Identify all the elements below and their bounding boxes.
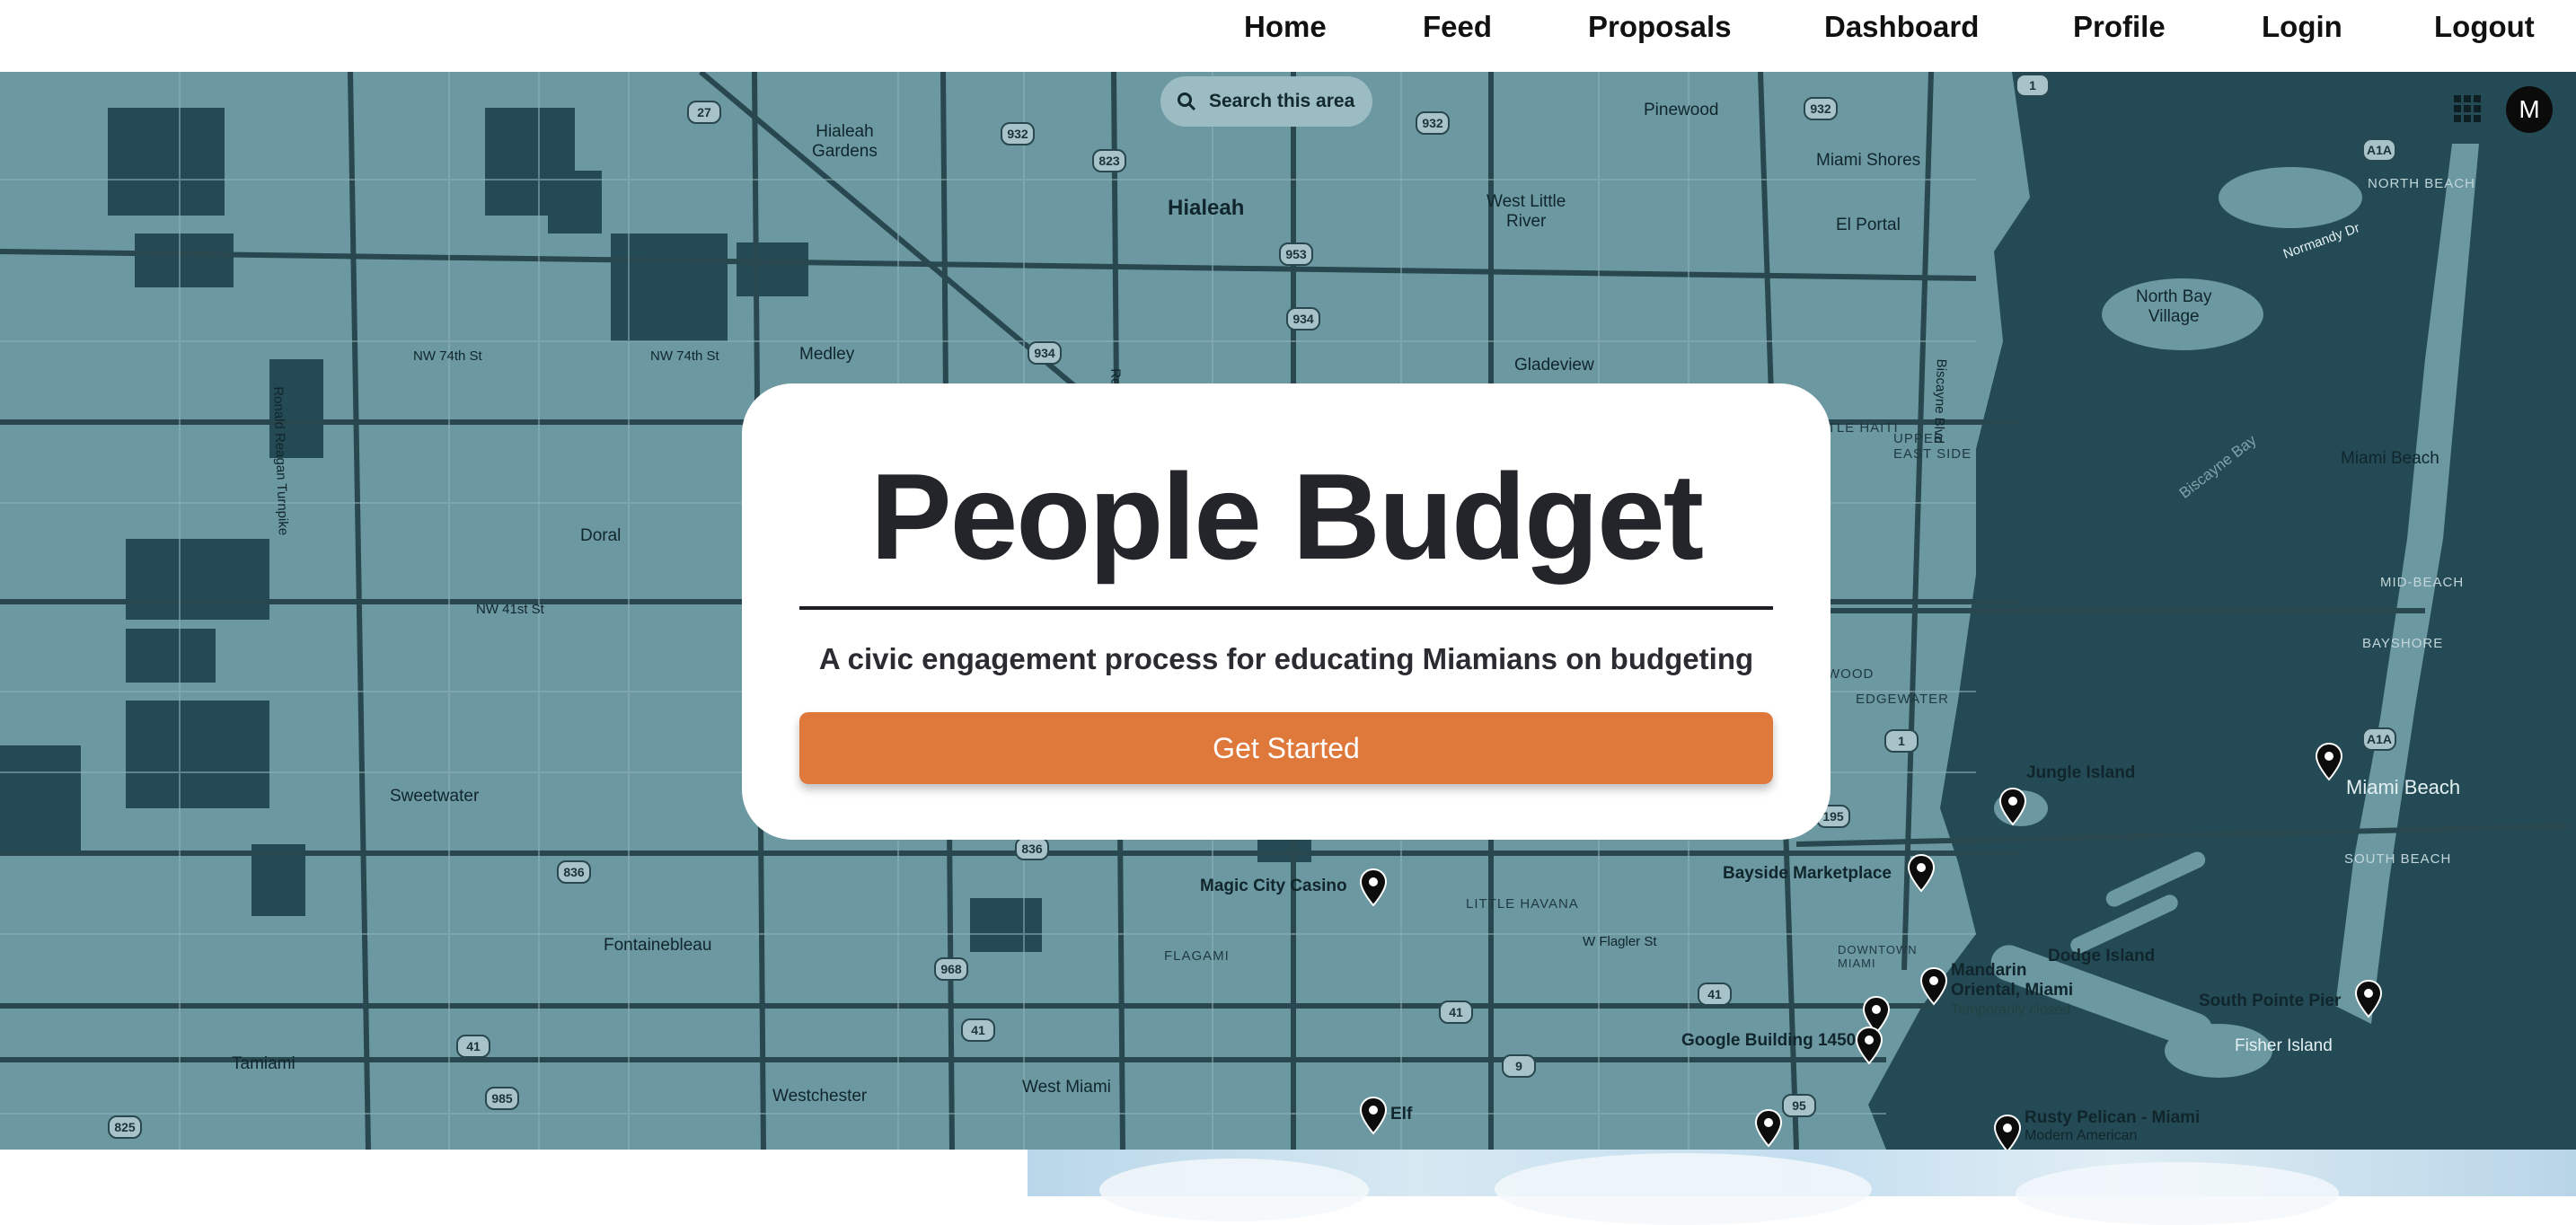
map-label-bayshore: BAYSHORE <box>2362 636 2444 651</box>
map-label-fisher-island: Fisher Island <box>2235 1036 2333 1055</box>
route-shield: 932 <box>1804 97 1838 120</box>
map-label-mid-beach: MID-BEACH <box>2380 575 2465 590</box>
map-label-hialeah: Hialeah <box>1168 196 1245 220</box>
map-label-jungle-island: Jungle Island <box>2026 763 2136 782</box>
map-label-bayside-marketplace: Bayside Marketplace <box>1723 864 1892 883</box>
map-label-edgewater: EDGEWATER <box>1856 692 1950 707</box>
route-shield: 95 <box>1782 1094 1816 1117</box>
nav-home-link[interactable]: Home <box>1244 7 1327 47</box>
route-shield: 41 <box>1698 983 1732 1006</box>
map-label-sweetwater: Sweetwater <box>390 787 480 806</box>
route-shield: 985 <box>485 1087 519 1110</box>
route-shield: 41 <box>456 1035 490 1058</box>
map-label-magic-city-casino: Magic City Casino <box>1200 877 1347 895</box>
map-label-fontainebleau: Fontainebleau <box>604 936 712 955</box>
hero-card: People Budget A civic engagement process… <box>742 383 1831 840</box>
map-label-medley: Medley <box>799 345 855 364</box>
route-shield: A1A <box>2362 727 2396 751</box>
map-label-mandarin-oriental: Mandarin Oriental, Miami <box>1951 961 2074 1000</box>
place-pin-icon[interactable] <box>1358 868 1389 907</box>
place-pin-icon[interactable] <box>2314 742 2344 781</box>
nav-login-link[interactable]: Login <box>2262 7 2342 47</box>
map-label-miami-beach-north: Miami Beach <box>2341 449 2439 468</box>
title-divider <box>799 606 1773 610</box>
map-label-wood: WOOD <box>1827 666 1875 682</box>
apps-grid-icon[interactable] <box>2454 95 2481 122</box>
place-pin-icon[interactable] <box>1992 1114 2023 1150</box>
nav-dashboard-link[interactable]: Dashboard <box>1824 7 1979 47</box>
search-this-area-label: Search this area <box>1209 91 1355 111</box>
route-shield: 41 <box>1439 1000 1473 1024</box>
map-label-nw-74th-st-east: NW 74th St <box>650 348 719 364</box>
place-pin-icon[interactable] <box>1753 1108 1784 1148</box>
map-label-tamiami: Tamiami <box>232 1054 296 1073</box>
bottom-left-panel <box>0 1150 1028 1196</box>
place-pin-icon[interactable] <box>1358 1096 1389 1135</box>
map-label-doral: Doral <box>580 526 622 545</box>
route-shield: A1A <box>2362 138 2396 162</box>
route-shield: 1 <box>1884 729 1919 753</box>
route-shield: 934 <box>1286 307 1320 330</box>
route-shield: 968 <box>934 957 968 981</box>
map-label-pinewood: Pinewood <box>1644 101 1719 119</box>
sky-image <box>1028 1150 2576 1225</box>
map-label-north-bay-village: North Bay Village <box>2136 287 2212 326</box>
route-shield: 934 <box>1028 341 1062 365</box>
hero-title: People Budget <box>869 448 1704 585</box>
route-shield: 836 <box>1015 837 1049 860</box>
place-pin-icon[interactable] <box>1906 853 1936 893</box>
route-shield: 41 <box>961 1018 995 1042</box>
route-shield: 823 <box>1092 149 1126 172</box>
route-shield: 932 <box>1416 111 1450 135</box>
map-label-downtown-miami: DOWNTOWN MIAMI <box>1838 943 1918 970</box>
map-label-miami-shores: Miami Shores <box>1816 151 1921 170</box>
search-this-area-button[interactable]: Search this area <box>1160 76 1372 127</box>
route-shield: 953 <box>1279 242 1313 266</box>
map-label-miami-beach-south: Miami Beach <box>2346 776 2461 798</box>
nav-feed-link[interactable]: Feed <box>1423 7 1492 47</box>
map-label-flagami: FLAGAMI <box>1164 948 1230 964</box>
top-navigation: Home Feed Proposals Dashboard Profile Lo… <box>0 0 2576 72</box>
route-shield: 27 <box>687 101 721 124</box>
map-label-biscayne-blvd: Biscayne Blvd <box>1930 358 1949 445</box>
map-label-gladeview: Gladeview <box>1514 356 1594 375</box>
nav-logout-link[interactable]: Logout <box>2434 7 2535 47</box>
map-label-little-havana: LITTLE HAVANA <box>1466 896 1579 912</box>
map-label-westchester: Westchester <box>772 1087 868 1106</box>
map-label-temporarily-closed: Temporarily closed <box>1951 1002 2071 1018</box>
map-label-nw-41st-st: NW 41st St <box>476 602 544 617</box>
get-started-button[interactable]: Get Started <box>799 712 1773 784</box>
map-label-rusty-pelican: Rusty Pelican - Miami <box>2025 1108 2201 1127</box>
nav-profile-link[interactable]: Profile <box>2073 7 2166 47</box>
map-label-south-pointe-pier: South Pointe Pier <box>2199 991 2342 1010</box>
place-pin-icon[interactable] <box>1919 966 1949 1006</box>
map-label-west-miami: West Miami <box>1022 1078 1111 1097</box>
place-pin-icon[interactable] <box>2353 979 2384 1018</box>
route-shield: 932 <box>1001 122 1035 145</box>
route-shield: 9 <box>1502 1054 1536 1078</box>
route-shield: 825 <box>108 1115 142 1139</box>
map-label-elf: Elf <box>1390 1105 1413 1124</box>
search-icon <box>1178 93 1196 111</box>
map-label-nw-74th-st-west: NW 74th St <box>413 348 482 364</box>
map-label-el-portal: El Portal <box>1836 216 1901 234</box>
map-label-south-beach: SOUTH BEACH <box>2344 851 2452 867</box>
hero-subtitle: A civic engagement process for educating… <box>818 642 1754 675</box>
map-label-w-flagler-st: W Flagler St <box>1583 934 1657 949</box>
map-label-hialeah-gardens: Hialeah Gardens <box>812 122 878 161</box>
map-label-north-beach: NORTH BEACH <box>2368 176 2475 191</box>
route-shield: 1 <box>2016 74 2050 97</box>
place-pin-icon[interactable] <box>1854 1026 1884 1065</box>
nav-proposals-link[interactable]: Proposals <box>1588 7 1732 47</box>
map-label-west-little-river: West Little River <box>1486 192 1566 231</box>
map-label-google-building: Google Building 1450 <box>1681 1031 1857 1050</box>
place-pin-icon[interactable] <box>1998 787 2028 826</box>
map-label-modern-american: Modern American <box>2025 1128 2138 1143</box>
route-shield: 836 <box>557 860 591 884</box>
account-avatar[interactable]: M <box>2506 86 2553 133</box>
